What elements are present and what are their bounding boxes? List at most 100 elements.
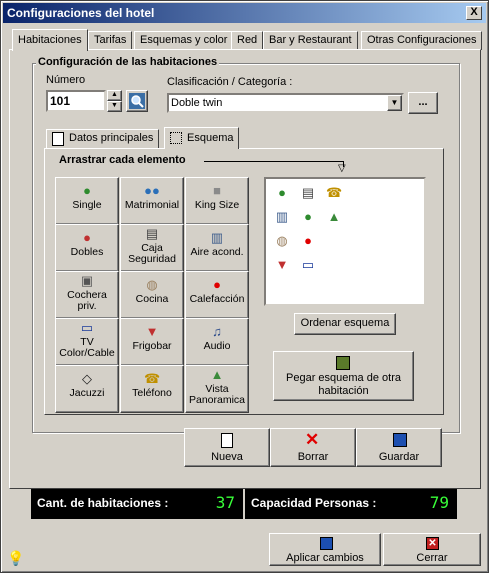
element-label: TV Color/Cable: [59, 336, 115, 359]
tab-habitaciones[interactable]: Habitaciones: [12, 29, 88, 51]
tv-icon: ▭: [80, 320, 94, 335]
ordenar-esquema-button[interactable]: Ordenar esquema: [294, 313, 396, 335]
subtab-panel: Arrastrar cada elemento ▽ ● Single ●● Matri…: [44, 148, 444, 415]
grid-icon: [170, 132, 182, 144]
cerrar-button[interactable]: ✕ Cerrar: [383, 533, 481, 566]
element-label: Frigobar: [132, 340, 172, 352]
element-label: Matrimonial: [124, 199, 180, 211]
element-label: Jacuzzi: [69, 387, 105, 399]
element-cube-button[interactable]: ■ King Size: [185, 177, 249, 225]
tab-panel: Configuración de las habitaciones Número…: [9, 49, 481, 489]
phone-icon[interactable]: ☎: [326, 185, 342, 201]
arrow-down-icon: ▽: [338, 163, 346, 174]
cube-icon: ■: [213, 183, 221, 198]
tab-tarifas[interactable]: Tarifas: [88, 31, 133, 50]
air-conditioner-icon[interactable]: ▥: [274, 209, 290, 225]
aplicar-cambios-button[interactable]: Aplicar cambios: [269, 533, 381, 566]
borrar-button[interactable]: ✕ Borrar: [270, 428, 356, 467]
subtab-datos-principales[interactable]: Datos principales: [46, 129, 160, 149]
numero-down-button[interactable]: ▼: [107, 101, 122, 112]
tab-otras-configuraciones[interactable]: Otras Configuraciones: [361, 31, 483, 50]
heater-icon: ●: [213, 277, 221, 292]
floppy-disk-icon: [393, 433, 407, 447]
habitaciones-status: Cant. de habitaciones : 37: [31, 489, 243, 519]
subtab-datos-label: Datos principales: [69, 132, 154, 144]
chevron-down-icon[interactable]: ▼: [387, 95, 402, 111]
person-icon[interactable]: ●: [274, 185, 290, 201]
arrow-up-icon: ▲: [111, 91, 118, 98]
element-person-button[interactable]: ● Single: [55, 177, 119, 225]
numero-up-button[interactable]: ▲: [107, 90, 122, 101]
heater-icon[interactable]: ●: [300, 233, 316, 249]
cocktail-icon[interactable]: ▼: [274, 257, 290, 273]
two-persons-icon: ●: [83, 230, 91, 245]
search-button[interactable]: [126, 90, 148, 112]
subtab-esquema[interactable]: Esquema: [164, 127, 240, 149]
element-safe-button[interactable]: ▤ Caja Seguridad: [120, 224, 184, 272]
tab-esquemas-y-color[interactable]: Esquemas y color: [134, 31, 234, 50]
element-tv-button[interactable]: ▭ TV Color/Cable: [55, 318, 119, 366]
element-label: Calefacción: [189, 293, 245, 305]
guardar-button[interactable]: Guardar: [356, 428, 442, 467]
element-label: Caja Seguridad: [128, 242, 176, 265]
landscape-icon: ▲: [210, 367, 224, 382]
nueva-button[interactable]: Nueva: [184, 428, 270, 467]
habitaciones-count: 37: [215, 493, 235, 512]
nueva-label: Nueva: [211, 451, 243, 463]
tv-icon[interactable]: ▭: [300, 257, 316, 273]
element-label: Vista Panoramica: [188, 383, 246, 406]
pegar-esquema-label: Pegar esquema de otra habitación: [286, 372, 401, 397]
element-landscape-button[interactable]: ▲ Vista Panoramica: [185, 365, 249, 413]
landscape-icon[interactable]: ▲: [326, 209, 342, 225]
cocktail-icon: ▼: [145, 324, 159, 339]
jacuzzi-icon: ◇: [82, 371, 92, 386]
scheme-canvas[interactable]: ● ▤ ☎ ▥ ● ▲ ◍ ● ▼ ▭: [264, 177, 426, 306]
phone-icon: ☎: [144, 371, 161, 386]
garage-icon: ▣: [80, 273, 94, 288]
habitaciones-label: Cant. de habitaciones :: [37, 496, 169, 510]
element-two-persons-button[interactable]: ● Dobles: [55, 224, 119, 272]
group-title: Configuración de las habitaciones: [36, 56, 220, 68]
drag-title: Arrastrar cada elemento: [59, 154, 186, 166]
clasificacion-select[interactable]: Doble twin: [167, 93, 404, 113]
safe-icon[interactable]: ▤: [300, 185, 316, 201]
element-phone-button[interactable]: ☎ Teléfono: [120, 365, 184, 413]
delete-x-icon: ✕: [305, 430, 320, 449]
person-icon: ●: [83, 183, 91, 198]
arrow-down-icon: ▼: [111, 102, 118, 109]
borrar-label: Borrar: [297, 451, 329, 463]
element-jacuzzi-button[interactable]: ◇ Jacuzzi: [55, 365, 119, 413]
drag-arrow-line: [204, 161, 344, 162]
tab-bar-y-restaurant[interactable]: Bar y Restaurant: [263, 31, 358, 50]
settings-window: Configuraciones del hotel X Habitaciones…: [0, 0, 489, 573]
subtab-esquema-label: Esquema: [187, 132, 234, 144]
person-icon[interactable]: ●: [300, 209, 316, 225]
capacidad-status: Capacidad Personas : 79: [245, 489, 457, 519]
couple-icon: ●●: [144, 183, 160, 198]
element-pot-button[interactable]: ◍ Cocina: [120, 271, 184, 319]
document-icon: [52, 132, 64, 146]
clasificacion-label: Clasificación / Categoría :: [167, 76, 293, 88]
element-label: Aire acond.: [190, 246, 244, 258]
safe-icon: ▤: [145, 226, 159, 241]
element-garage-button[interactable]: ▣ Cochera priv.: [55, 271, 119, 319]
numero-field[interactable]: 101: [46, 90, 106, 112]
music-icon: ♫: [212, 324, 222, 339]
clasificacion-more-button[interactable]: ...: [408, 92, 438, 114]
paste-icon: [336, 356, 350, 370]
window-title: Configuraciones del hotel: [7, 6, 155, 20]
pot-icon[interactable]: ◍: [274, 233, 290, 249]
element-label: King Size: [194, 199, 240, 211]
element-air-conditioner-button[interactable]: ▥ Aire acond.: [185, 224, 249, 272]
pegar-esquema-button[interactable]: Pegar esquema de otra habitación: [273, 351, 414, 401]
element-heater-button[interactable]: ● Calefacción: [185, 271, 249, 319]
air-conditioner-icon: ▥: [210, 230, 224, 245]
title-bar: Configuraciones del hotel X: [3, 3, 486, 23]
guardar-label: Guardar: [378, 451, 420, 463]
element-label: Cochera priv.: [67, 289, 107, 312]
element-couple-button[interactable]: ●● Matrimonial: [120, 177, 184, 225]
tab-red[interactable]: Red: [231, 31, 264, 50]
element-cocktail-button[interactable]: ▼ Frigobar: [120, 318, 184, 366]
element-music-button[interactable]: ♫ Audio: [185, 318, 249, 366]
close-window-button[interactable]: X: [466, 6, 482, 20]
